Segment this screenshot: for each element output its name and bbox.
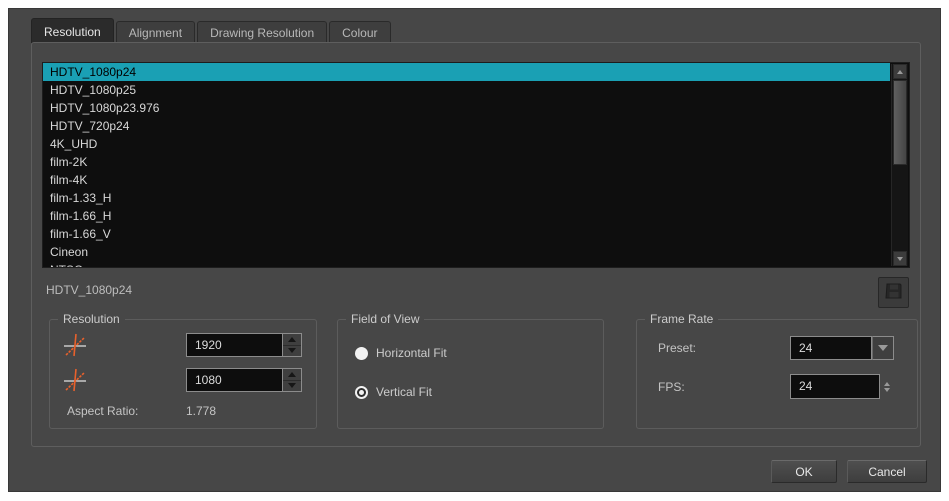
width-spin-up[interactable] <box>283 334 301 346</box>
floppy-disk-icon <box>884 281 904 304</box>
spin-up-icon <box>288 337 296 342</box>
aspect-ratio-label: Aspect Ratio: <box>67 404 138 418</box>
list-item[interactable]: 4K_UHD <box>43 135 890 153</box>
width-spin-buttons[interactable] <box>283 333 302 357</box>
resolution-group-title: Resolution <box>58 312 125 326</box>
height-spin-down[interactable] <box>283 381 301 392</box>
selected-preset-label: HDTV_1080p24 <box>46 283 132 297</box>
resolution-tab-pane: HDTV_1080p24HDTV_1080p25HDTV_1080p23.976… <box>31 42 921 447</box>
list-scrollbar[interactable] <box>891 64 908 266</box>
height-spin-buttons[interactable] <box>283 368 302 392</box>
spin-up-icon <box>884 382 890 386</box>
frame-rate-preset-combobox[interactable]: 24 <box>790 336 894 360</box>
radio-selected-icon[interactable] <box>355 386 368 399</box>
scroll-down-button[interactable] <box>893 251 907 266</box>
frame-rate-group-title: Frame Rate <box>645 312 718 326</box>
list-item[interactable]: film-4K <box>43 171 890 189</box>
height-row <box>62 367 88 393</box>
list-item[interactable]: Cineon <box>43 243 890 261</box>
preset-dropdown-button[interactable] <box>872 336 894 360</box>
scroll-up-button[interactable] <box>893 64 907 79</box>
tab-resolution[interactable]: Resolution <box>31 18 114 43</box>
list-item[interactable]: film-2K <box>43 153 890 171</box>
width-row <box>62 332 88 358</box>
list-item[interactable]: film-1.66_H <box>43 207 890 225</box>
tab-colour[interactable]: Colour <box>329 21 390 43</box>
tab-drawing-resolution[interactable]: Drawing Resolution <box>197 21 327 43</box>
screenshot-root: ResolutionAlignmentDrawing ResolutionCol… <box>0 0 949 501</box>
arrow-up-icon <box>897 70 903 74</box>
save-preset-button[interactable] <box>878 277 909 308</box>
scrollbar-thumb[interactable] <box>893 80 907 165</box>
field-of-view-group-title: Field of View <box>346 312 424 326</box>
list-item[interactable]: HDTV_720p24 <box>43 117 890 135</box>
list-item[interactable]: film-1.33_H <box>43 189 890 207</box>
dropdown-arrow-icon <box>878 345 888 351</box>
fps-input[interactable]: 24 <box>790 374 880 399</box>
width-spin-down[interactable] <box>283 346 301 357</box>
radio-horizontal-fit[interactable]: Horizontal Fit <box>355 346 447 360</box>
field-of-view-group: Field of View Horizontal FitVertical Fit <box>337 319 604 429</box>
list-item[interactable]: HDTV_1080p24 <box>43 63 890 81</box>
fps-spinner[interactable] <box>884 382 890 392</box>
preset-label: Preset: <box>658 341 696 355</box>
resolution-preset-list[interactable]: HDTV_1080p24HDTV_1080p25HDTV_1080p23.976… <box>42 62 910 268</box>
cancel-button[interactable]: Cancel <box>847 460 927 483</box>
spin-down-icon <box>288 383 296 388</box>
aspect-ratio-value: 1.778 <box>186 404 216 418</box>
radio-vertical-fit[interactable]: Vertical Fit <box>355 385 432 399</box>
spin-down-icon <box>288 348 296 353</box>
radio-label: Vertical Fit <box>376 385 432 399</box>
height-input[interactable]: 1080 <box>186 368 283 392</box>
tab-bar: ResolutionAlignmentDrawing ResolutionCol… <box>31 18 393 43</box>
list-item[interactable]: HDTV_1080p25 <box>43 81 890 99</box>
radio-unselected-icon[interactable] <box>355 347 368 360</box>
tab-alignment[interactable]: Alignment <box>116 21 195 43</box>
spin-up-icon <box>288 372 296 377</box>
list-item[interactable]: NTSC <box>43 261 890 268</box>
arrow-down-icon <box>897 257 903 261</box>
resolution-group: Resolution 1920 <box>49 319 317 429</box>
list-item[interactable]: film-1.66_V <box>43 225 890 243</box>
spin-down-icon <box>884 388 890 392</box>
horizontal-resize-icon <box>62 332 88 358</box>
preset-value[interactable]: 24 <box>790 336 872 360</box>
fps-label: FPS: <box>658 380 685 394</box>
list-item[interactable]: HDTV_1080p23.976 <box>43 99 890 117</box>
scene-settings-dialog: ResolutionAlignmentDrawing ResolutionCol… <box>8 8 941 492</box>
width-input[interactable]: 1920 <box>186 333 283 357</box>
frame-rate-group: Frame Rate Preset: 24 FPS: 24 <box>636 319 918 429</box>
vertical-resize-icon <box>62 367 88 393</box>
ok-button[interactable]: OK <box>771 460 837 483</box>
radio-label: Horizontal Fit <box>376 346 447 360</box>
height-spin-up[interactable] <box>283 369 301 381</box>
